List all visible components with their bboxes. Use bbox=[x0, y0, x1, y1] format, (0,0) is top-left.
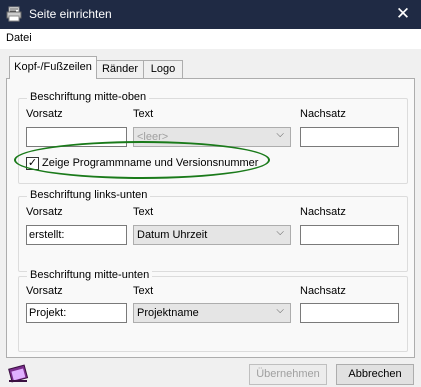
nachsatz-label: Nachsatz bbox=[300, 108, 346, 120]
vorsatz-field-links-unten[interactable]: erstellt: bbox=[26, 225, 127, 245]
tab-kopf-fusszeilen[interactable]: Kopf-/Fußzeilen bbox=[9, 56, 97, 79]
window-title: Seite einrichten bbox=[29, 7, 112, 21]
vorsatz-label: Vorsatz bbox=[26, 206, 63, 218]
group-title: Beschriftung mitte-unten bbox=[27, 269, 153, 281]
nachsatz-field-mitte-oben[interactable] bbox=[300, 127, 399, 147]
chevron-down-icon: ⌵ bbox=[276, 129, 284, 140]
text-select-value: Datum Uhrzeit bbox=[137, 229, 208, 241]
highlight-oval bbox=[14, 141, 270, 179]
text-label: Text bbox=[133, 206, 154, 218]
nachsatz-field-links-unten[interactable] bbox=[300, 225, 399, 245]
group-title: Beschriftung mitte-oben bbox=[27, 91, 150, 103]
apply-button[interactable]: Übernehmen bbox=[249, 364, 327, 385]
group-title: Beschriftung links-unten bbox=[27, 189, 151, 201]
vorsatz-label: Vorsatz bbox=[26, 108, 63, 120]
chevron-down-icon: ⌵ bbox=[276, 227, 284, 238]
vorsatz-label: Vorsatz bbox=[26, 285, 63, 297]
text-label: Text bbox=[133, 285, 154, 297]
book-icon[interactable] bbox=[6, 363, 32, 385]
menu-bar: Datei bbox=[0, 29, 421, 49]
title-bar: Seite einrichten ✕ bbox=[0, 0, 421, 29]
text-select-mitte-unten[interactable]: Projektname ⌵ bbox=[133, 303, 291, 323]
text-select-value: Projektname bbox=[137, 307, 199, 319]
text-select-links-unten[interactable]: Datum Uhrzeit ⌵ bbox=[133, 225, 291, 245]
menu-item-datei[interactable]: Datei bbox=[6, 32, 32, 44]
nachsatz-label: Nachsatz bbox=[300, 206, 346, 218]
vorsatz-field-mitte-unten[interactable]: Projekt: bbox=[26, 303, 127, 323]
tab-logo[interactable]: Logo bbox=[143, 60, 183, 78]
tab-raender[interactable]: Ränder bbox=[96, 60, 144, 78]
nachsatz-field-mitte-unten[interactable] bbox=[300, 303, 399, 323]
nachsatz-label: Nachsatz bbox=[300, 285, 346, 297]
text-label: Text bbox=[133, 108, 154, 120]
close-icon[interactable]: ✕ bbox=[385, 0, 421, 29]
printer-page-icon bbox=[6, 6, 22, 22]
chevron-down-icon: ⌵ bbox=[276, 305, 284, 316]
cancel-button[interactable]: Abbrechen bbox=[336, 364, 414, 385]
